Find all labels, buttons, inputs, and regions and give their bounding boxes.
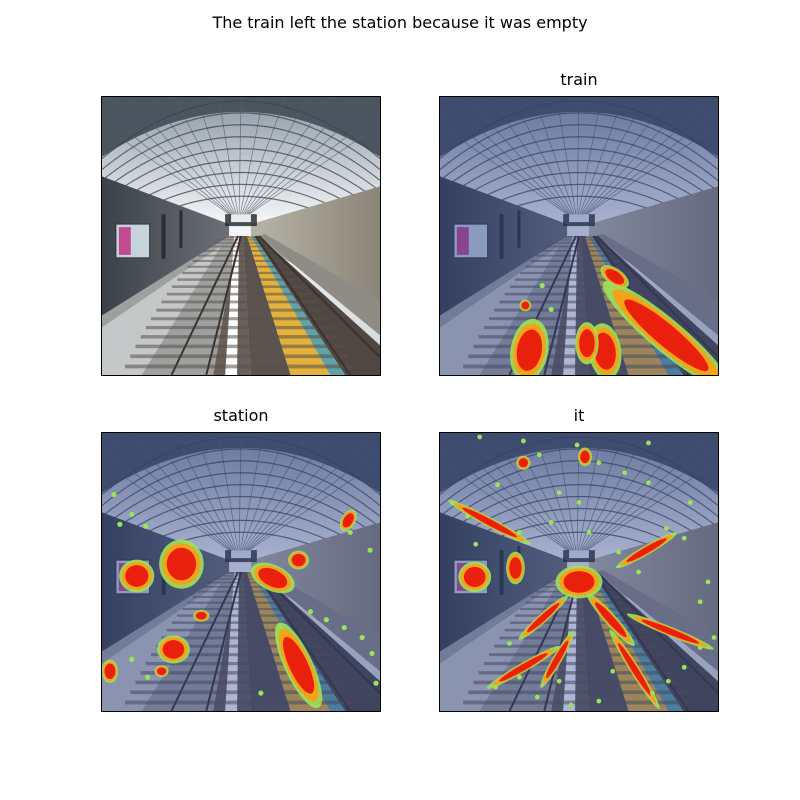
heat-blob-small <box>519 299 532 312</box>
heat-speck <box>646 480 651 486</box>
heat-speck <box>307 609 314 615</box>
heat-speck <box>556 678 562 684</box>
heat-speck <box>143 523 149 529</box>
panel-title-it: it <box>573 406 585 425</box>
heat-speck <box>369 650 375 656</box>
heat-speck <box>493 684 498 690</box>
heat-speck <box>477 434 483 440</box>
heat-speck <box>367 547 373 553</box>
panel-it-attention: it <box>439 406 719 712</box>
heat-speck <box>359 634 365 641</box>
attention-map-station <box>102 433 380 711</box>
station-photo <box>102 97 380 375</box>
heat-speck <box>586 529 592 535</box>
heat-speck <box>517 674 522 680</box>
heat-speck <box>610 668 616 674</box>
heat-speck <box>258 690 264 696</box>
heat-speck <box>616 549 622 555</box>
heat-speck <box>665 678 671 684</box>
heat-blob-small <box>506 551 525 585</box>
heat-speck <box>449 500 455 505</box>
heat-speck <box>681 535 687 541</box>
panel-title-station: station <box>213 406 269 425</box>
heat-speck <box>473 541 479 547</box>
panel-title-train: train <box>560 70 598 89</box>
heat-speck <box>548 306 554 313</box>
heat-speck <box>521 438 526 444</box>
heat-speck <box>681 664 687 670</box>
image-frame <box>101 96 381 376</box>
heat-blob-vanishing-point <box>555 565 603 599</box>
heat-speck <box>129 511 135 517</box>
heat-speck <box>534 694 540 700</box>
image-frame <box>439 432 719 712</box>
image-frame <box>439 96 719 376</box>
heat-blob-left-wall <box>159 539 204 589</box>
panel-original-image <box>101 96 381 376</box>
heat-speck <box>650 690 655 696</box>
heat-blob-small <box>193 609 210 622</box>
image-frame <box>101 432 381 712</box>
heat-speck <box>574 442 580 448</box>
heat-blob-left-sign <box>458 561 492 593</box>
heat-speck <box>636 569 641 575</box>
heat-speck <box>596 460 602 466</box>
attention-map-train <box>440 97 718 375</box>
figure-title: The train left the station because it wa… <box>212 13 588 32</box>
panel-station-attention: station <box>101 406 381 712</box>
heat-speck <box>697 599 703 605</box>
heat-blob-small <box>516 455 531 470</box>
heat-blob-small <box>577 447 592 467</box>
attention-map-it <box>440 433 718 711</box>
heat-speck <box>596 698 602 704</box>
panel-train-attention: train <box>439 70 719 376</box>
heat-blob-small <box>154 665 169 678</box>
heat-blob-small <box>102 659 119 683</box>
heat-speck <box>465 514 471 519</box>
heat-speck <box>323 617 329 623</box>
heat-blob-center-track <box>575 322 599 365</box>
heat-speck <box>548 519 554 525</box>
heat-speck <box>697 645 703 650</box>
heat-speck <box>711 635 717 640</box>
heat-speck <box>145 674 151 680</box>
heat-blob-left-wall <box>119 559 155 593</box>
heat-speck <box>663 525 669 531</box>
heat-speck <box>576 500 582 505</box>
heat-speck <box>568 702 574 708</box>
heat-blob-left-platform <box>157 635 190 664</box>
heat-speck <box>373 680 379 686</box>
heat-speck <box>117 521 123 527</box>
heat-speck <box>556 490 562 495</box>
heat-speck <box>495 482 500 488</box>
heat-speck <box>111 491 117 498</box>
heat-speck <box>536 452 542 458</box>
heat-speck <box>705 579 711 585</box>
heat-speck <box>646 440 651 446</box>
heat-speck <box>507 641 512 646</box>
heat-speck <box>341 625 347 631</box>
heat-speck <box>129 656 135 662</box>
heat-speck <box>517 529 522 535</box>
heat-speck <box>622 470 628 476</box>
heat-blob-right-platform <box>288 550 310 570</box>
heat-speck <box>687 500 693 505</box>
heat-speck <box>347 529 353 535</box>
heat-speck <box>539 283 545 289</box>
